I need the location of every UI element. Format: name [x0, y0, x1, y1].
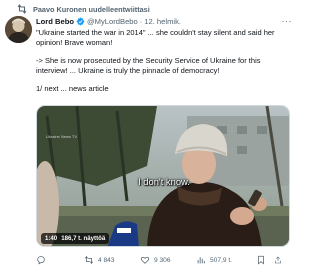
video-duration-badge: 1:40 186,7 t. näyttöä [41, 233, 110, 244]
bookmark-icon [258, 255, 264, 265]
separator-dot: · [139, 17, 143, 26]
tweet-header: Lord Bebo @MyLordBebo · 12. helmik. [36, 16, 181, 27]
analytics-icon [197, 257, 205, 264]
tweet-text-paragraph-3: 1/ next ... news article [36, 84, 109, 94]
avatar[interactable] [5, 16, 32, 43]
video-duration: 1:40 [45, 235, 58, 242]
share-icon [275, 256, 281, 264]
avatar-image [5, 16, 32, 43]
retweet-icon [84, 256, 94, 264]
like-count: 9 306 [154, 256, 171, 264]
retweet-count: 4 843 [98, 256, 115, 264]
reply-button[interactable] [36, 255, 84, 265]
author-name[interactable]: Lord Bebo [36, 17, 74, 26]
views-button[interactable]: 507,9 t. [196, 255, 256, 265]
reply-icon [37, 256, 45, 265]
heart-icon [140, 256, 150, 264]
video-watermark: Ukraine News TV [46, 134, 78, 139]
tweet-date[interactable]: 12. helmik. [144, 17, 181, 26]
verified-badge-icon [76, 17, 85, 26]
like-button[interactable]: 9 306 [140, 255, 196, 265]
repost-banner[interactable]: Paavo Kuronen uudelleentwiittasi [16, 3, 150, 15]
repost-icon [17, 4, 27, 14]
tweet-text: "Ukraine started the war in 2014" ... sh… [36, 28, 293, 94]
video-subtitle: I don't know. [138, 176, 190, 187]
tweet-text-paragraph-1: "Ukraine started the war in 2014" ... sh… [36, 28, 275, 47]
retweet-button[interactable]: 4 843 [84, 255, 140, 265]
more-options-button[interactable]: ··· [282, 16, 293, 26]
tweet-actions: 4 843 9 306 507,9 t. [36, 254, 294, 266]
author-handle[interactable]: @MyLordBebo [87, 17, 138, 26]
bookmark-button[interactable] [256, 255, 274, 265]
view-count: 507,9 t. [210, 256, 232, 264]
repost-banner-text: Paavo Kuronen uudelleentwiittasi [33, 4, 150, 14]
share-button[interactable] [274, 255, 286, 265]
tweet-text-paragraph-2: -> She is now prosecuted by the Security… [36, 56, 261, 75]
video-player[interactable]: Ukraine News TV I don't know. 1:40 186,7… [36, 105, 290, 247]
video-views: 186,7 t. näyttöä [61, 235, 106, 242]
